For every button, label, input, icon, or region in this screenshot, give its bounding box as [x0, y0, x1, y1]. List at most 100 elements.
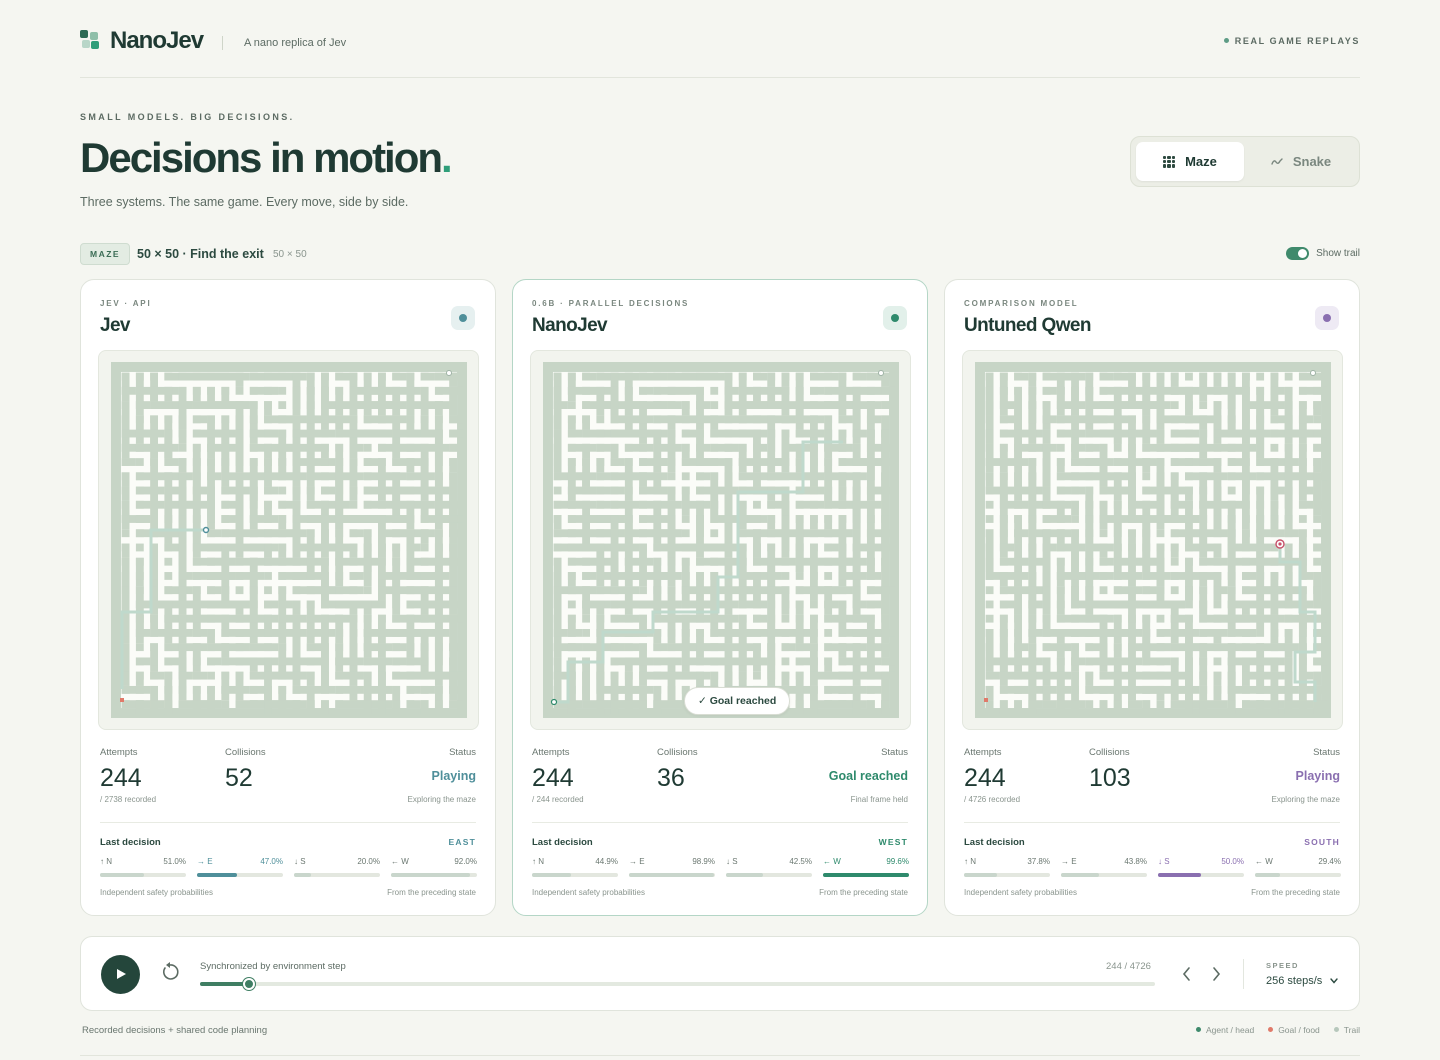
speed-label: SPEED [1266, 961, 1299, 970]
model-dot-icon [891, 314, 899, 322]
sync-label: Synchronized by environment step [200, 961, 346, 972]
collisions-label: Collisions [1089, 747, 1130, 758]
direction-value: 37.8% [1027, 857, 1050, 866]
collisions-value: 52 [225, 764, 253, 792]
step-counter: 244 / 4726 [1106, 961, 1151, 972]
legend-dot-icon [1268, 1027, 1274, 1032]
probability-track [726, 873, 812, 877]
brand-divider [222, 36, 223, 50]
attempts-value: 244 [964, 764, 1006, 792]
show-trail-toggle[interactable]: Show trail [1286, 247, 1360, 260]
probability-fill [964, 873, 997, 877]
direction-probability: ↓ S 42.5% [726, 857, 812, 879]
attempts-label: Attempts [100, 747, 138, 758]
game-info-row: MAZE 50 × 50 · Find the exit 50 × 50 Sho… [80, 243, 1360, 265]
live-dot-icon [1223, 38, 1229, 43]
panel-eyebrow: JEV · API [100, 299, 152, 308]
state-footnote: From the preceding state [1251, 888, 1340, 897]
timeline-progress [200, 982, 250, 986]
timeline-scrubber[interactable] [200, 978, 1155, 990]
direction-value: 43.8% [1124, 857, 1147, 866]
probability-footnote: Independent safety probabilities [100, 888, 213, 897]
status-value: Playing [431, 769, 476, 783]
game-title: 50 × 50 · Find the exit [137, 247, 264, 261]
collisions-value: 36 [657, 764, 685, 792]
step-forward-icon[interactable] [1208, 964, 1224, 984]
top-bar: NanoJev A nano replica of Jev REAL GAME … [80, 24, 1360, 78]
panel-title: NanoJev [532, 315, 608, 336]
play-button[interactable] [101, 955, 140, 994]
state-footnote: From the preceding state [387, 888, 476, 897]
probability-fill [294, 873, 312, 877]
collisions-value: 103 [1089, 764, 1131, 792]
direction-value: 98.9% [692, 857, 715, 866]
last-decision-direction: WEST [878, 837, 908, 847]
recorded-count: / 2738 recorded [100, 795, 157, 804]
timeline-handle[interactable] [243, 978, 256, 990]
speed-select[interactable]: 256 steps/s [1266, 975, 1322, 987]
goal-reached-pill: ✓ Goal reached [684, 687, 791, 715]
direction-probability: ← W 99.6% [823, 857, 909, 879]
logo-icon [80, 30, 100, 50]
agent-head-core [1278, 542, 1282, 546]
model-status-icon [1315, 306, 1339, 330]
direction-label: ↑ N [964, 857, 976, 866]
probability-track [100, 873, 186, 877]
hero-eyebrow: SMALL MODELS. BIG DECISIONS. [80, 112, 295, 122]
restart-icon[interactable] [159, 961, 181, 983]
model-status-icon [451, 306, 475, 330]
footer-divider [80, 1055, 1360, 1056]
probability-footnote: Independent safety probabilities [532, 888, 645, 897]
panel-divider [532, 822, 908, 823]
grid-icon [1163, 155, 1176, 168]
direction-probability: ↓ S 20.0% [294, 857, 380, 879]
last-decision-direction: EAST [448, 837, 476, 847]
probability-footnote: Independent safety probabilities [964, 888, 1077, 897]
show-trail-label: Show trail [1316, 248, 1360, 259]
last-decision-label: Last decision [532, 837, 593, 848]
probability-track [1061, 873, 1147, 877]
legend-item: Agent / head [1195, 1025, 1254, 1035]
tagline: A nano replica of Jev [244, 37, 347, 49]
recorded-count: / 4726 recorded [964, 795, 1021, 804]
probability-track [197, 873, 283, 877]
probability-track [823, 873, 909, 877]
game-mode-toggle: Maze Snake [1130, 136, 1360, 187]
direction-probabilities: ↑ N 37.8% → E 43.8% ↓ S 50.0% ← W 29.4% [964, 857, 1341, 879]
maze-mode-button[interactable]: Maze [1136, 142, 1244, 181]
status-note: Exploring the maze [1271, 795, 1340, 804]
probability-fill [1255, 873, 1281, 877]
direction-probability: ↑ N 44.9% [532, 857, 618, 879]
attempts-value: 244 [100, 764, 142, 792]
direction-probability: ← W 29.4% [1255, 857, 1341, 879]
brand-name[interactable]: NanoJev [110, 27, 204, 55]
direction-label: → E [629, 857, 645, 866]
snake-mode-button[interactable]: Snake [1247, 142, 1355, 181]
step-back-icon[interactable] [1179, 964, 1195, 984]
probability-fill [197, 873, 238, 877]
legend-label: Trail [1343, 1025, 1360, 1035]
attempts-value: 244 [532, 764, 574, 792]
status-note: Final frame held [850, 795, 908, 804]
direction-value: 42.5% [789, 857, 812, 866]
probability-fill [391, 873, 471, 877]
direction-probabilities: ↑ N 51.0% → E 47.0% ↓ S 20.0% ← W 92.0% [100, 857, 477, 879]
direction-label: ← W [823, 857, 841, 866]
game-size: 50 × 50 [273, 249, 307, 260]
maze-mode-label: Maze [1185, 154, 1217, 169]
panel-eyebrow: 0.6B · PARALLEL DECISIONS [532, 299, 690, 308]
direction-probability: ← W 92.0% [391, 857, 477, 879]
panel-nanojev: 0.6B · PARALLEL DECISIONS NanoJev ✓ Goal r… [512, 279, 928, 916]
probability-track [1158, 873, 1244, 877]
chevron-down-icon[interactable] [1329, 976, 1339, 986]
direction-value: 92.0% [454, 857, 477, 866]
direction-label: ↑ N [100, 857, 112, 866]
trail-switch[interactable] [1286, 247, 1310, 260]
page-title: Decisions in motion. [80, 134, 453, 182]
direction-probability: ↑ N 37.8% [964, 857, 1050, 879]
collisions-label: Collisions [657, 747, 698, 758]
goal-marker [120, 698, 124, 702]
direction-probability: → E 47.0% [197, 857, 283, 879]
last-decision-label: Last decision [100, 837, 161, 848]
direction-label: → E [1061, 857, 1077, 866]
